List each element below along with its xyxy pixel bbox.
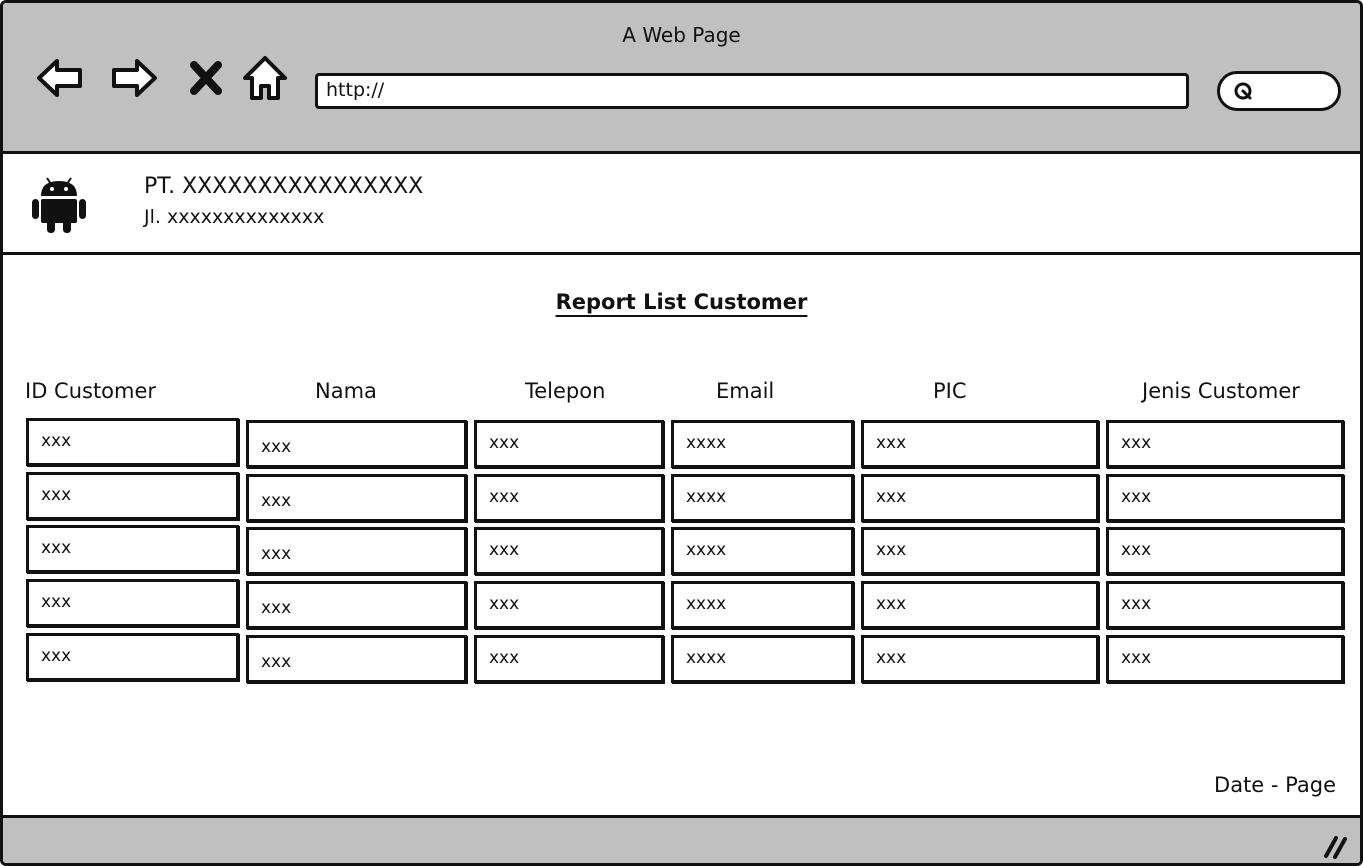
table-cell: xxx: [246, 420, 467, 468]
table-cell: xxx: [246, 474, 467, 522]
table-cell: xxx: [246, 635, 467, 683]
table-cell: xxxx: [671, 635, 854, 683]
back-arrow-icon[interactable]: [35, 53, 85, 103]
report-title-text: Report List Customer: [555, 290, 808, 314]
date-page-footer: Date - Page: [1214, 773, 1336, 797]
close-x-icon[interactable]: [186, 53, 226, 103]
resize-grip-icon[interactable]: [1320, 830, 1350, 860]
table-cell: xxx: [246, 527, 467, 575]
table-cell: xxx: [26, 418, 239, 466]
table-cell: xxxx: [671, 581, 854, 629]
home-icon[interactable]: [240, 53, 290, 103]
column-header-pic: PIC: [933, 379, 967, 403]
search-icon: [1234, 82, 1252, 100]
table-cell: xxx: [861, 420, 1099, 468]
company-header: PT. XXXXXXXXXXXXXXXX Jl. xxxxxxxxxxxxxx: [3, 154, 1360, 255]
column-header-jenis-customer: Jenis Customer: [1142, 379, 1300, 403]
table-cell: xxx: [1106, 635, 1344, 683]
table-cell: xxx: [26, 525, 239, 573]
search-field[interactable]: [1217, 71, 1341, 111]
table-cell: xxxx: [671, 420, 854, 468]
column-header-id-customer: ID Customer: [25, 379, 157, 403]
table-cell: xxx: [1106, 474, 1344, 522]
table-cell: xxxx: [671, 527, 854, 575]
table-cell: xxx: [1106, 420, 1344, 468]
table-cell: xxx: [26, 579, 239, 627]
window-title: A Web Page: [622, 23, 741, 47]
column-header-telepon: Telepon: [525, 379, 606, 403]
table-cell: xxx: [861, 474, 1099, 522]
table-cell: xxx: [861, 581, 1099, 629]
table-cell: xxx: [474, 420, 664, 468]
browser-toolbar: A Web Page http://: [3, 3, 1360, 154]
table-cell: xxx: [474, 527, 664, 575]
column-header-nama: Nama: [315, 379, 377, 403]
table-cell: xxx: [1106, 581, 1344, 629]
company-address: Jl. xxxxxxxxxxxxxx: [144, 206, 325, 228]
forward-arrow-icon[interactable]: [109, 53, 159, 103]
table-cell: xxxx: [671, 474, 854, 522]
table-cell: xxx: [861, 635, 1099, 683]
table-cell: xxx: [474, 635, 664, 683]
column-header-email: Email: [716, 379, 775, 403]
table-cell: xxx: [474, 581, 664, 629]
url-input[interactable]: http://: [315, 73, 1189, 109]
status-bar: [3, 815, 1360, 863]
browser-window: A Web Page http:// PT. XXXXXXXXXXXXXXXX …: [0, 0, 1363, 866]
table-cell: xxx: [1106, 527, 1344, 575]
company-name: PT. XXXXXXXXXXXXXXXX: [144, 174, 424, 199]
table-cell: xxx: [474, 474, 664, 522]
report-title: Report List Customer: [3, 290, 1360, 314]
table-cell: xxx: [26, 633, 239, 681]
table-cell: xxx: [861, 527, 1099, 575]
table-cell: xxx: [26, 472, 239, 520]
android-icon: [31, 176, 87, 234]
table-cell: xxx: [246, 581, 467, 629]
